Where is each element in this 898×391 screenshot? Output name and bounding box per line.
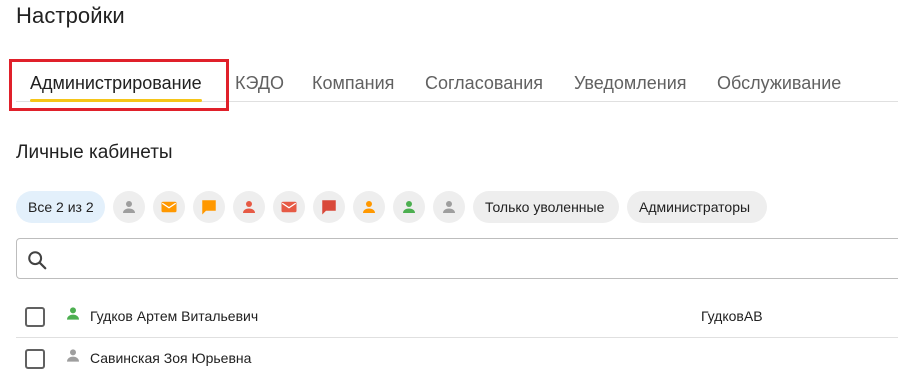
tab-company[interactable]: Компания	[312, 60, 394, 102]
filter-chat-orange-icon[interactable]	[193, 191, 225, 223]
tab-administration[interactable]: Администрирование	[30, 60, 202, 102]
filter-person-gray-icon[interactable]	[113, 191, 145, 223]
settings-tabs: Администрирование КЭДО Компания Согласов…	[16, 60, 898, 102]
table-row[interactable]: Гудков Артем Витальевич ГудковАВ	[16, 296, 898, 338]
filter-fired-only-chip[interactable]: Только уволенные	[473, 191, 619, 223]
tab-notifications[interactable]: Уведомления	[574, 60, 687, 102]
person-green-icon	[67, 307, 79, 320]
user-name[interactable]: Савинская Зоя Юрьевна	[90, 350, 251, 366]
tab-kedo[interactable]: КЭДО	[235, 60, 284, 102]
filter-mail-red-icon[interactable]	[273, 191, 305, 223]
section-title: Личные кабинеты	[16, 142, 173, 163]
user-name[interactable]: Гудков Артем Витальевич	[90, 308, 258, 324]
search-input[interactable]	[57, 245, 897, 273]
filter-mail-orange-icon[interactable]	[153, 191, 185, 223]
active-tab-underline	[30, 99, 202, 102]
search-box	[16, 238, 898, 279]
tab-maintenance[interactable]: Обслуживание	[717, 60, 841, 102]
row-checkbox[interactable]	[25, 307, 45, 327]
filter-all-chip[interactable]: Все 2 из 2	[16, 191, 105, 223]
filter-person-green-icon[interactable]	[393, 191, 425, 223]
table-row[interactable]: Савинская Зоя Юрьевна	[16, 338, 898, 380]
filter-chat-red-icon[interactable]	[313, 191, 345, 223]
filter-person-light-gray-icon[interactable]	[433, 191, 465, 223]
row-checkbox[interactable]	[25, 349, 45, 369]
tab-label: Администрирование	[30, 73, 202, 93]
user-login: ГудковАВ	[701, 308, 763, 324]
filter-admins-chip[interactable]: Администраторы	[627, 191, 767, 223]
person-gray-icon	[67, 349, 79, 362]
filter-person-orange-icon[interactable]	[353, 191, 385, 223]
search-icon[interactable]	[26, 249, 48, 271]
page-title: Настройки	[16, 3, 125, 28]
tab-approvals[interactable]: Согласования	[425, 60, 543, 102]
filter-person-red-icon[interactable]	[233, 191, 265, 223]
